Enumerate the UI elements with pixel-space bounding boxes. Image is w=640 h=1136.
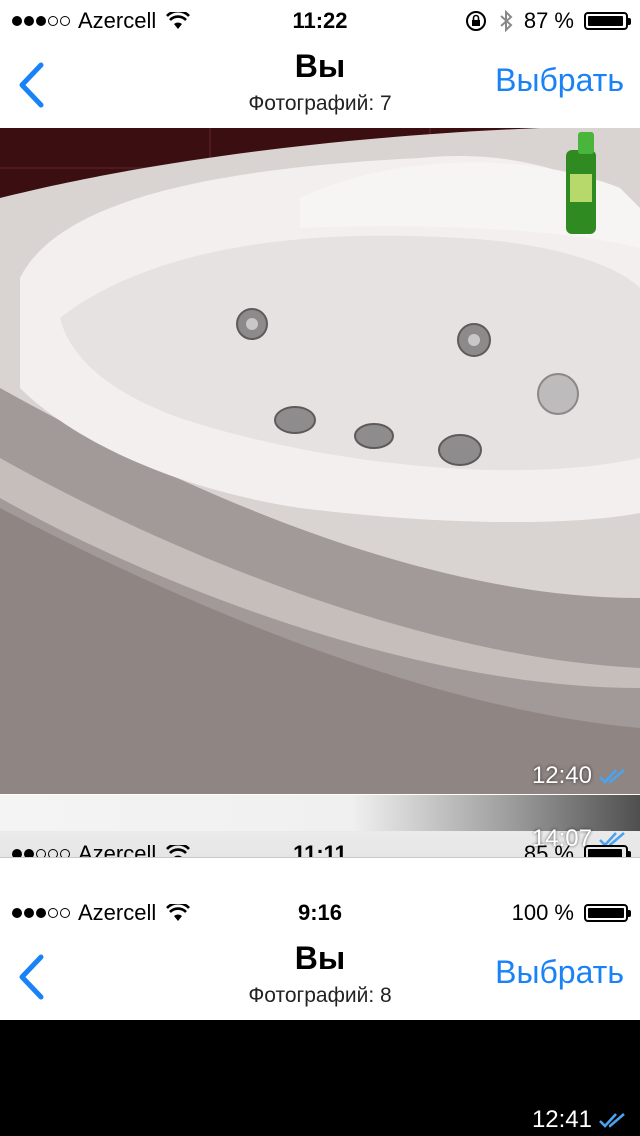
bluetooth-icon <box>500 9 513 33</box>
battery-icon <box>584 12 631 30</box>
battery-icon <box>584 904 631 922</box>
embedded-status-bar: Azercell 11:11 85 % <box>0 833 640 857</box>
status-bar: Azercell 11:22 87 % <box>0 0 640 40</box>
divider <box>0 857 640 858</box>
photo-thumbnail[interactable]: 12:40 <box>0 128 640 794</box>
select-button[interactable]: Выбрать <box>495 954 624 991</box>
navigation-bar: Вы Фотографий: 7 Выбрать <box>0 40 640 128</box>
status-right: 85 % <box>523 841 631 857</box>
double-check-icon <box>599 769 625 784</box>
partial-photo-strip[interactable]: 14:07 Azercell 11:11 85 % <box>0 795 640 857</box>
bathtub-photo <box>0 128 640 794</box>
battery-percent: 85 % <box>523 841 574 857</box>
photo-thumbnail[interactable]: 12:41 <box>0 1020 640 1136</box>
photo-time: 12:41 <box>531 1106 592 1133</box>
status-bar: Azercell 9:16 100 % <box>0 892 640 932</box>
photo-timestamp: 12:40 <box>532 762 628 790</box>
rotation-lock-icon <box>465 11 486 31</box>
double-check-icon <box>599 1113 625 1128</box>
battery-percent: 87 % <box>523 8 574 33</box>
status-right: 87 % <box>464 8 631 34</box>
battery-percent: 100 % <box>511 900 574 925</box>
battery-icon <box>584 845 631 857</box>
status-right: 100 % <box>511 900 631 926</box>
photo-time: 12:40 <box>531 762 592 789</box>
navigation-bar: Вы Фотографий: 8 Выбрать <box>0 932 640 1020</box>
photo-timestamp: 12:41 <box>532 1106 628 1134</box>
select-button[interactable]: Выбрать <box>495 62 624 99</box>
